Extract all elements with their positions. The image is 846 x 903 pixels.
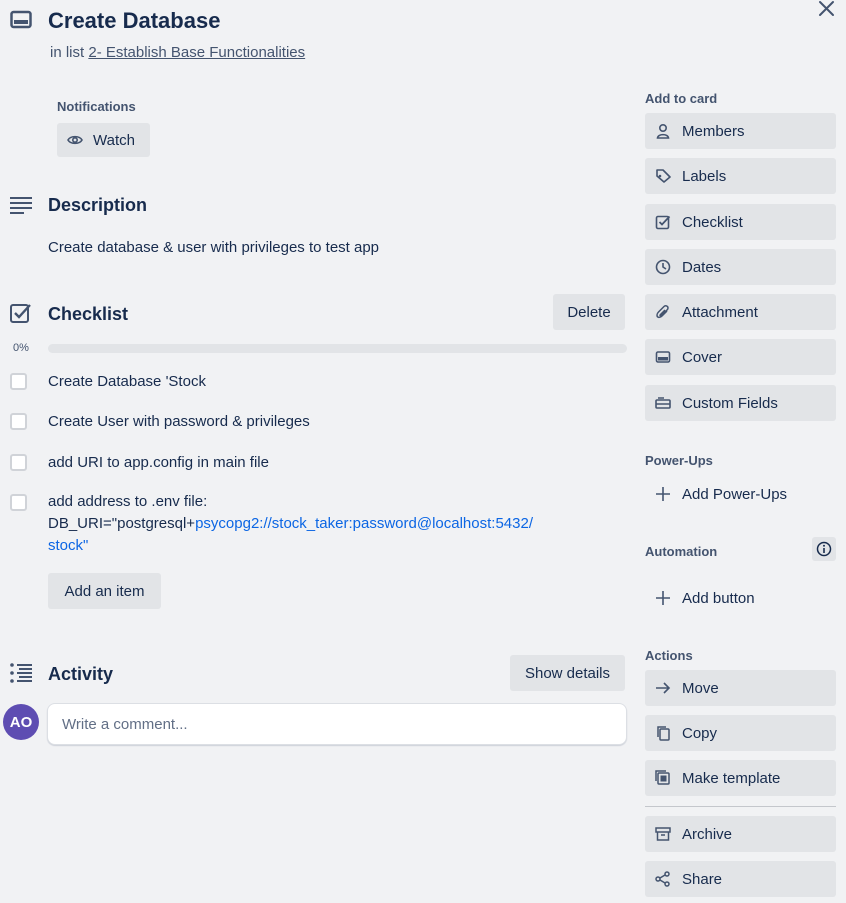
share-button[interactable]: Share [645, 861, 836, 897]
dates-label: Dates [682, 258, 722, 276]
add-powerups-label: Add Power-Ups [682, 485, 788, 503]
copy-icon [655, 725, 671, 741]
dates-button[interactable]: Dates [645, 249, 836, 285]
uri-suffix: " [83, 537, 89, 554]
list-link[interactable]: 2- Establish Base Functionalities [88, 44, 305, 61]
archive-label: Archive [682, 825, 733, 843]
cover-button[interactable]: Cover [645, 339, 836, 375]
checklist-item-text[interactable]: add address to .env file: DB_URI="postgr… [48, 491, 538, 557]
activity-heading: Activity [48, 664, 114, 684]
archive-button[interactable]: Archive [645, 816, 836, 852]
cover-label: Cover [682, 348, 723, 366]
tag-icon [655, 168, 671, 184]
checklist-item-text[interactable]: add URI to app.config in main file [48, 452, 269, 474]
add-powerups-button[interactable]: Add Power-Ups [645, 476, 836, 512]
add-to-card-label: Add to card [645, 91, 718, 106]
copy-label: Copy [682, 724, 718, 742]
add-button-button[interactable]: Add button [645, 580, 836, 616]
share-icon [655, 871, 671, 887]
attachment-label: Attachment [682, 303, 758, 321]
info-icon[interactable] [812, 537, 836, 561]
archive-icon [655, 826, 671, 842]
template-icon [655, 770, 671, 786]
move-label: Move [682, 679, 719, 697]
checklist-progress-bar [48, 344, 627, 353]
move-button[interactable]: Move [645, 670, 836, 706]
powerups-label: Power-Ups [645, 453, 713, 468]
checklist-item-text[interactable]: Create User with password & privileges [48, 411, 310, 433]
eye-icon [67, 134, 83, 146]
checklist-icon [10, 302, 32, 324]
cover-icon [655, 349, 671, 365]
list-breadcrumb: in list 2- Establish Base Functionalitie… [50, 43, 305, 63]
make-template-label: Make template [682, 769, 781, 787]
checklist-item-checkbox[interactable] [10, 413, 27, 430]
show-details-button[interactable]: Show details [510, 655, 625, 691]
checklist-label: Checklist [682, 213, 743, 231]
person-icon [655, 123, 671, 139]
divider [645, 806, 836, 807]
card-title: Create Database [48, 8, 221, 33]
comment-input[interactable]: Write a comment... [47, 703, 627, 745]
watch-label: Watch [93, 131, 135, 149]
plus-icon [655, 590, 671, 606]
custom-fields-icon [655, 395, 671, 411]
description-text[interactable]: Create database & user with privileges t… [48, 238, 379, 258]
checklist-item-line1: add address to .env file: [48, 493, 208, 510]
activity-icon [10, 662, 32, 684]
plus-icon [655, 486, 671, 502]
description-icon [10, 194, 32, 216]
progress-percent: 0% [13, 342, 29, 354]
checkbox-icon [655, 214, 671, 230]
members-button[interactable]: Members [645, 113, 836, 149]
checklist-item-text[interactable]: Create Database 'Stock [48, 371, 206, 393]
paperclip-icon [655, 304, 671, 320]
attachment-button[interactable]: Attachment [645, 294, 836, 330]
share-label: Share [682, 870, 723, 888]
clock-icon [655, 259, 671, 275]
copy-button[interactable]: Copy [645, 715, 836, 751]
checklist-button[interactable]: Checklist [645, 204, 836, 240]
make-template-button[interactable]: Make template [645, 760, 836, 796]
avatar[interactable]: AO [3, 704, 39, 740]
checklist-item-checkbox[interactable] [10, 454, 27, 471]
members-label: Members [682, 122, 745, 140]
add-button-label: Add button [682, 589, 755, 607]
actions-label: Actions [645, 648, 693, 663]
add-item-button[interactable]: Add an item [48, 573, 161, 609]
close-icon[interactable] [814, 0, 838, 20]
checklist-item-line2: DB_URI="postgresql+psycopg2://stock_take… [48, 513, 538, 557]
in-list-prefix: in list [50, 44, 85, 61]
watch-button[interactable]: Watch [57, 123, 150, 157]
card-icon [10, 10, 32, 30]
notifications-label: Notifications [57, 99, 136, 114]
custom-fields-label: Custom Fields [682, 394, 778, 412]
labels-label: Labels [682, 167, 727, 185]
delete-checklist-button[interactable]: Delete [553, 294, 625, 330]
automation-label: Automation [645, 544, 718, 559]
checklist-heading: Checklist [48, 304, 129, 324]
uri-prefix: DB_URI="postgresql+ [48, 515, 196, 532]
checklist-item-checkbox[interactable] [10, 494, 27, 511]
custom-fields-button[interactable]: Custom Fields [645, 385, 836, 421]
arrow-right-icon [655, 680, 671, 696]
labels-button[interactable]: Labels [645, 158, 836, 194]
checklist-item-checkbox[interactable] [10, 373, 27, 390]
description-heading: Description [48, 195, 148, 215]
